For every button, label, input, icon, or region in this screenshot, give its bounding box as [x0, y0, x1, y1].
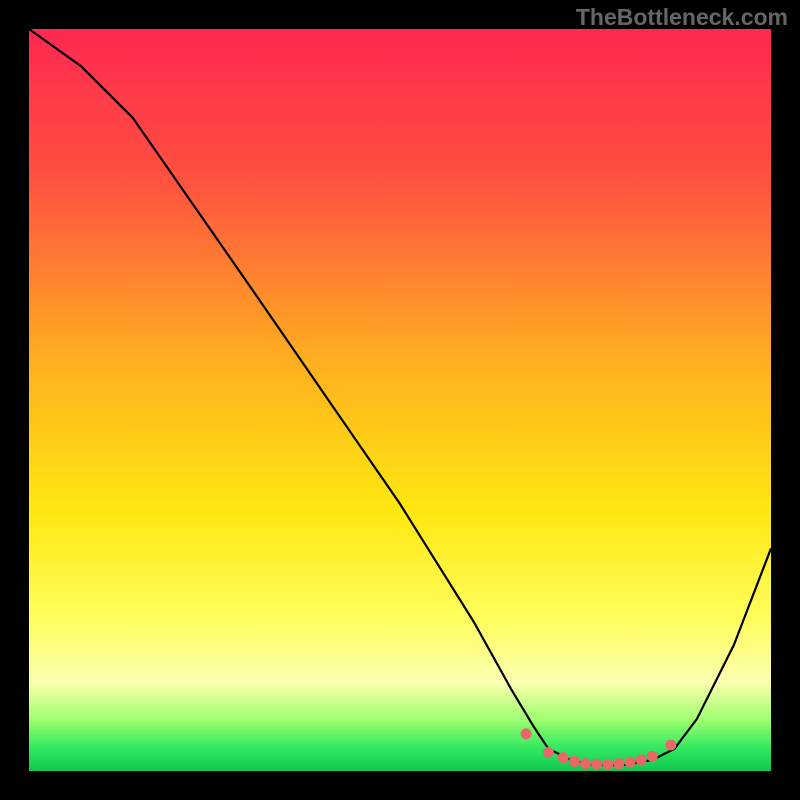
- data-marker: [665, 740, 676, 751]
- data-marker: [591, 759, 602, 770]
- data-marker: [521, 728, 532, 739]
- data-marker: [569, 756, 580, 767]
- data-marker: [602, 759, 613, 770]
- chart-plot-area: [29, 29, 771, 771]
- data-marker: [625, 757, 636, 768]
- data-marker: [580, 758, 591, 769]
- chart-svg: [29, 29, 771, 771]
- data-marker: [636, 754, 647, 765]
- chart-background: [29, 29, 771, 771]
- watermark-text: TheBottleneck.com: [576, 4, 788, 31]
- data-marker: [647, 751, 658, 762]
- data-marker: [543, 747, 554, 758]
- data-marker: [613, 758, 624, 769]
- data-marker: [558, 752, 569, 763]
